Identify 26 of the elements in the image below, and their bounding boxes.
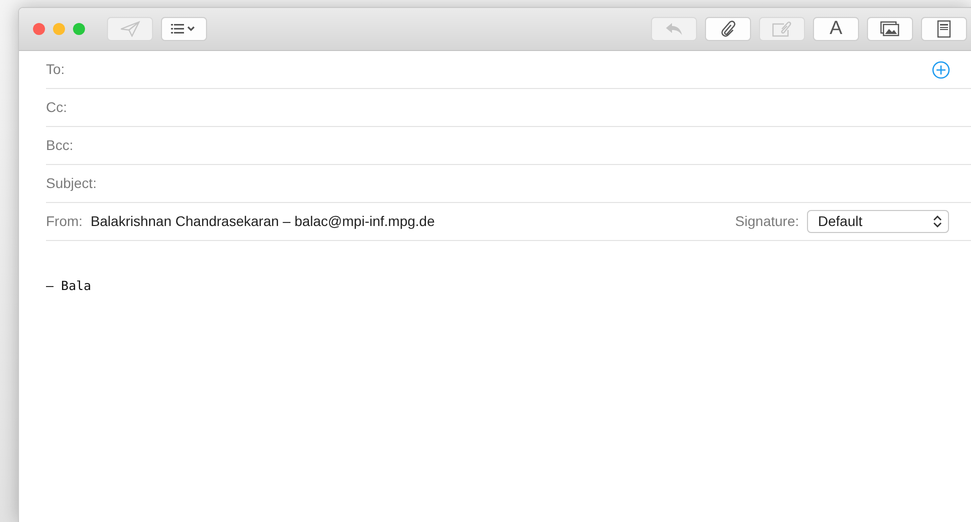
markup-icon (771, 21, 793, 37)
close-button[interactable] (33, 23, 45, 35)
field-label: Subject: (46, 174, 97, 193)
reply-icon (665, 22, 683, 36)
field-label: To: (46, 60, 65, 79)
signature-text: — Bala (46, 277, 92, 295)
add-contact-icon[interactable] (932, 60, 950, 78)
send-icon (120, 21, 140, 37)
chevron-icon (933, 215, 942, 228)
signature-select[interactable]: Default (807, 210, 949, 233)
template-icon (937, 20, 951, 38)
attach-button[interactable] (705, 17, 751, 41)
minimize-button[interactable] (53, 23, 65, 35)
field-label: From: (46, 212, 83, 231)
field-label: Bcc: (46, 136, 74, 155)
field-label: Cc: (46, 98, 67, 117)
photo-button[interactable] (867, 17, 913, 41)
template-button[interactable] (921, 17, 967, 41)
list-button[interactable] (161, 17, 207, 41)
photo-icon (880, 21, 900, 37)
list-icon (171, 23, 197, 35)
zoom-button[interactable] (73, 23, 85, 35)
paperclip-icon (720, 20, 736, 38)
sender-address[interactable]: Balakrishnan Chandrasekaran – balac@mpi-inf.mpg.de (90, 211, 435, 232)
font-button[interactable]: A (813, 17, 859, 41)
field-label: Signature: (735, 212, 799, 231)
